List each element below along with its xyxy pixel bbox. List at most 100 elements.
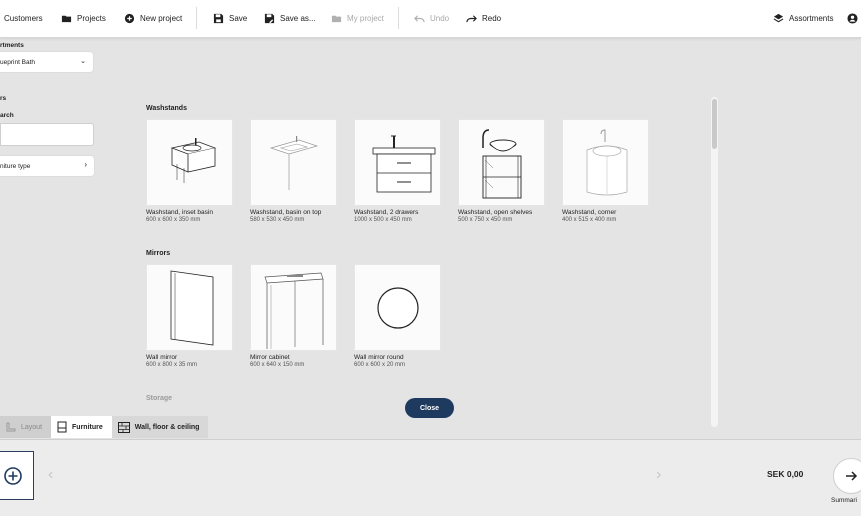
washstand-open-shelves-image: [482, 129, 522, 199]
product-dimensions: 1000 x 500 x 450 mm: [354, 217, 412, 223]
close-button-label: Close: [419, 404, 440, 412]
product-name: Mirror cabinet: [250, 354, 290, 361]
chevron-right-icon: ›: [84, 160, 87, 169]
tab-wall-floor-ceiling[interactable]: Wall, floor & ceiling: [111, 416, 209, 438]
product-name: Washstand, corner: [562, 209, 617, 216]
product-thumbnail: [146, 264, 233, 351]
bottom-bar: ‹ › SEK 0,00 Summari: [0, 439, 861, 516]
new-project-button[interactable]: New project: [124, 0, 182, 36]
product-name: Washstand, open shelves: [458, 209, 533, 216]
save-button[interactable]: Save: [213, 0, 247, 36]
save-label: Save: [229, 13, 248, 23]
save-as-icon: [264, 13, 275, 23]
tab-layout-label: Layout: [21, 423, 43, 431]
product-dimensions: 580 x 530 x 450 mm: [250, 217, 305, 223]
toolbar-divider: [398, 7, 399, 29]
product-card[interactable]: Washstand, corner 400 x 515 x 400 mm: [562, 119, 649, 223]
folder-icon: [331, 15, 342, 22]
tab-furniture-label: Furniture: [72, 423, 103, 431]
cabinet-icon: [57, 421, 67, 433]
redo-button[interactable]: Redo: [466, 0, 501, 36]
furniture-type-filter[interactable]: niture type ›: [0, 156, 94, 176]
undo-label: Undo: [430, 13, 450, 23]
projects-button[interactable]: Projects: [61, 0, 106, 36]
user-account-button[interactable]: [847, 0, 858, 36]
product-thumbnail: [562, 119, 649, 206]
washstand-inset-basin-image: [170, 138, 217, 183]
product-card[interactable]: Wall mirror round 600 x 600 x 20 mm: [354, 264, 441, 368]
tab-wall-floor-label: Wall, floor & ceiling: [134, 423, 200, 431]
customers-label: Customers: [4, 13, 43, 23]
tab-furniture[interactable]: Furniture: [51, 416, 112, 438]
product-dimensions: 500 x 750 x 450 mm: [458, 217, 513, 223]
save-as-label: Save as...: [280, 13, 316, 23]
search-label: arch: [0, 112, 14, 119]
product-dimensions: 600 x 640 x 150 mm: [250, 362, 305, 368]
product-thumbnail: [250, 264, 337, 351]
layers-icon: [773, 13, 784, 22]
mode-tabs: Layout Furniture Wall, floor & ceiling: [0, 416, 209, 438]
projects-label: Projects: [77, 13, 106, 23]
assortments-label: Assortments: [789, 13, 834, 23]
folder-icon: [61, 15, 72, 22]
product-thumbnail: [146, 119, 233, 206]
undo-button[interactable]: Undo: [414, 0, 449, 36]
washstands-section-title: Washstands: [146, 105, 187, 112]
wall-mirror-image: [170, 270, 214, 346]
product-name: Wall mirror round: [354, 354, 404, 361]
top-toolbar: Customers Projects New project Save Save…: [0, 0, 861, 38]
summary-button[interactable]: [833, 458, 861, 494]
catalog-scrollbar-thumb[interactable]: [712, 99, 717, 149]
washstand-2-drawers-image: [372, 135, 436, 193]
filter-panel: rtments ueprint Bath ⌄ rs arch niture ty…: [0, 38, 110, 438]
product-thumbnail: [354, 264, 441, 351]
department-select-value: ueprint Bath: [0, 58, 36, 66]
search-input[interactable]: [0, 123, 94, 146]
customers-button[interactable]: Customers: [4, 0, 43, 36]
product-name: Washstand, basin on top: [250, 209, 322, 216]
close-button[interactable]: Close: [405, 398, 454, 418]
mirror-cabinet-image: [264, 272, 324, 349]
tiles-icon: [117, 421, 130, 433]
product-card[interactable]: Washstand, basin on top 580 x 530 x 450 …: [250, 119, 337, 223]
departments-label: rtments: [0, 42, 24, 49]
product-card[interactable]: Mirror cabinet 600 x 640 x 150 mm: [250, 264, 337, 368]
product-card[interactable]: Wall mirror 600 x 800 x 35 mm: [146, 264, 233, 368]
arrow-right-icon: [846, 471, 858, 481]
furniture-type-label: niture type: [0, 162, 31, 170]
my-project-label: My project: [347, 13, 384, 23]
my-project-button[interactable]: My project: [331, 0, 384, 36]
assortments-button[interactable]: Assortments: [773, 0, 833, 36]
redo-label: Redo: [482, 13, 502, 23]
washstand-basin-on-top-image: [269, 136, 319, 190]
redo-icon: [466, 14, 477, 22]
chevron-down-icon: ⌄: [80, 58, 86, 65]
tab-layout[interactable]: Layout: [0, 416, 52, 438]
product-name: Wall mirror: [146, 354, 178, 361]
wall-mirror-round-image: [377, 287, 419, 329]
add-item-button[interactable]: [0, 451, 34, 500]
total-price: SEK 0,00: [767, 469, 804, 479]
product-dimensions: 600 x 600 x 20 mm: [354, 362, 406, 368]
product-name: Washstand, 2 drawers: [354, 209, 419, 216]
product-dimensions: 600 x 800 x 35 mm: [146, 362, 198, 368]
product-dimensions: 400 x 515 x 400 mm: [562, 217, 617, 223]
user-icon: [847, 12, 858, 24]
product-catalog: Washstands Washstand, inset basin 600 x …: [146, 100, 706, 410]
chevron-right-icon[interactable]: ›: [656, 466, 661, 484]
save-icon: [213, 13, 224, 23]
product-card[interactable]: Washstand, open shelves 500 x 750 x 450 …: [458, 119, 545, 223]
ruler-icon: [6, 422, 16, 432]
storage-section-title: Storage: [146, 395, 173, 402]
toolbar-divider: [196, 7, 197, 29]
summary-label: Summari: [831, 497, 858, 504]
product-dimensions: 600 x 600 x 350 mm: [146, 217, 201, 223]
mirrors-section-title: Mirrors: [146, 250, 171, 257]
plus-circle-icon: [124, 13, 135, 23]
product-name: Washstand, inset basin: [146, 209, 213, 216]
chevron-left-icon[interactable]: ‹: [48, 466, 53, 484]
product-card[interactable]: Washstand, inset basin 600 x 600 x 350 m…: [146, 119, 233, 223]
product-card[interactable]: Washstand, 2 drawers 1000 x 500 x 450 mm: [354, 119, 441, 223]
department-select[interactable]: ueprint Bath ⌄: [0, 52, 93, 72]
save-as-button[interactable]: Save as...: [264, 0, 316, 36]
